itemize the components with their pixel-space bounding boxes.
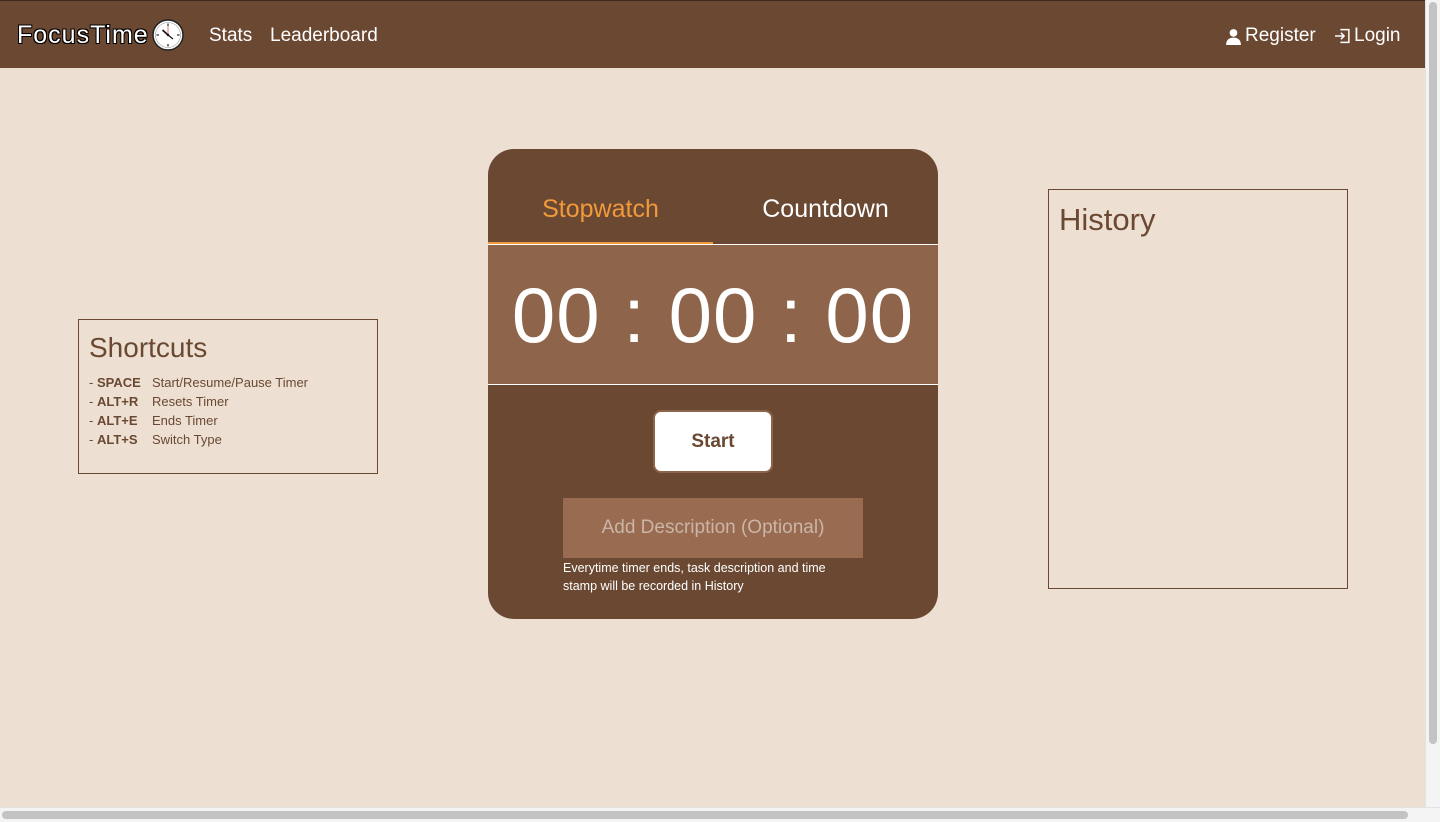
description-hint: Everytime timer ends, task description a… — [563, 561, 826, 593]
vertical-scrollbar-thumb[interactable] — [1429, 2, 1437, 744]
horizontal-scrollbar-thumb[interactable] — [2, 811, 1408, 819]
shortcut-key: SPACE — [96, 375, 141, 390]
history-title: History — [1059, 202, 1156, 237]
shortcuts-panel: Shortcuts - SPACE Start/Resume/Pause Tim… — [78, 319, 378, 474]
shortcut-prefix: - — [89, 413, 97, 428]
timer-time: 00 : 00 : 00 — [511, 270, 915, 359]
shortcut-prefix: - — [89, 394, 97, 409]
shortcut-list: - SPACE Start/Resume/Pause Timer - ALT+R… — [89, 373, 308, 449]
tab-countdown[interactable]: Countdown — [713, 194, 938, 224]
user-icon — [1226, 28, 1241, 45]
shortcut-item: - ALT+S Switch Type — [89, 430, 308, 449]
register-link[interactable]: Register — [1225, 25, 1316, 47]
shortcut-item: - ALT+E Ends Timer — [89, 411, 308, 430]
shortcut-key: ALT+R — [96, 394, 139, 409]
login-link[interactable]: Login — [1334, 25, 1401, 47]
shortcut-prefix: - — [89, 375, 97, 390]
vertical-scrollbar[interactable] — [1425, 0, 1440, 807]
shortcut-action: Ends Timer — [151, 413, 218, 428]
timer-card: Stopwatch Countdown 00 : 00 : 00 Start E… — [488, 149, 938, 619]
brand-logo[interactable]: FocusTime — [17, 15, 184, 55]
shortcut-key: ALT+E — [96, 413, 138, 428]
shortcut-action: Resets Timer — [151, 394, 229, 409]
register-label: Register — [1245, 25, 1316, 46]
tab-stopwatch[interactable]: Stopwatch — [488, 194, 713, 224]
nav-leaderboard-link[interactable]: Leaderboard — [270, 25, 378, 47]
shortcut-action: Switch Type — [151, 432, 222, 447]
shortcut-item: - ALT+R Resets Timer — [89, 392, 308, 411]
login-label: Login — [1354, 25, 1401, 46]
shortcut-item: - SPACE Start/Resume/Pause Timer — [89, 373, 308, 392]
brand-name: FocusTime — [17, 20, 149, 49]
shortcut-key: ALT+S — [96, 432, 138, 447]
shortcut-prefix: - — [89, 432, 97, 447]
navbar: FocusTime Stats Leaderboard Register Log… — [0, 0, 1425, 68]
login-icon — [1335, 28, 1350, 44]
shortcut-action: Start/Resume/Pause Timer — [151, 375, 309, 390]
clock-icon — [151, 19, 184, 51]
nav-stats-link[interactable]: Stats — [209, 25, 252, 47]
timer-display: 00 : 00 : 00 — [488, 244, 938, 385]
description-input[interactable] — [563, 498, 863, 558]
shortcuts-title: Shortcuts — [89, 332, 208, 363]
history-panel: History — [1048, 189, 1348, 589]
horizontal-scrollbar[interactable] — [0, 807, 1440, 822]
start-button[interactable]: Start — [653, 410, 773, 473]
